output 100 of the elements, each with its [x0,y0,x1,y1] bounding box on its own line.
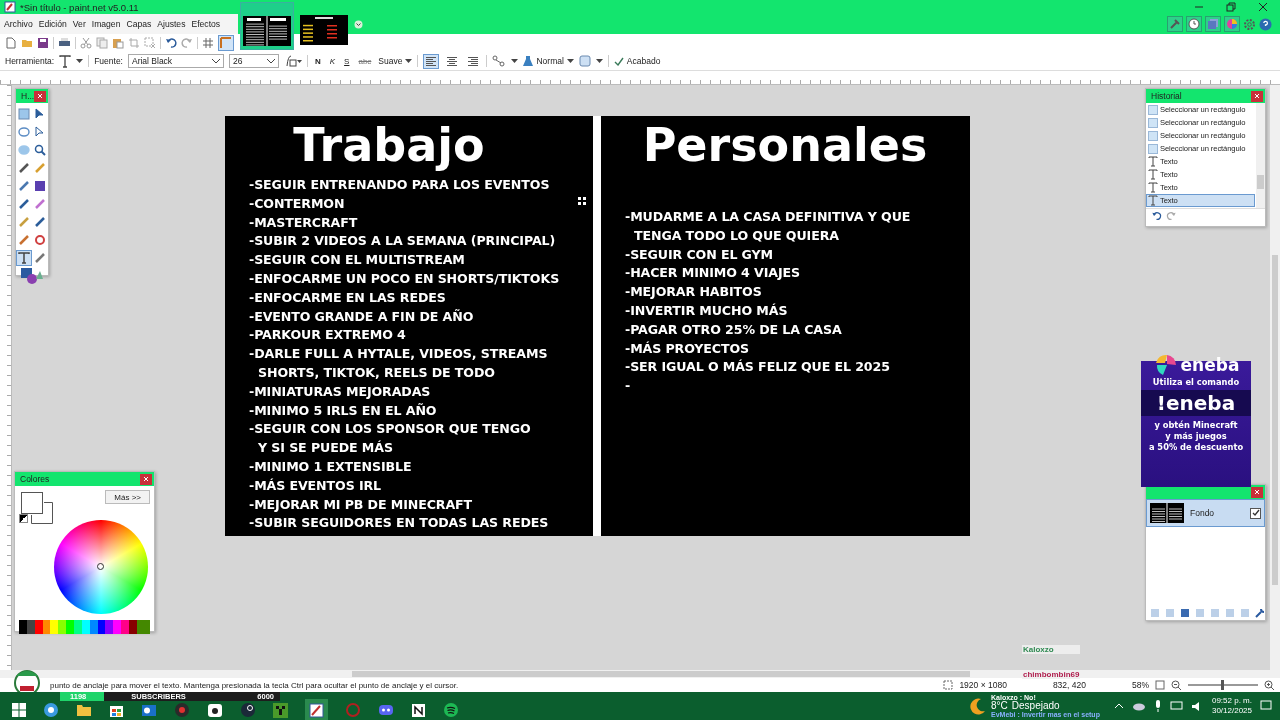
caret-icon[interactable] [405,58,413,64]
font-size-dropdown[interactable]: 26 [228,54,279,68]
fit-window-icon[interactable] [1155,680,1165,690]
clock-time[interactable]: 09:52 p. m. [1211,696,1252,706]
primary-color-swatch[interactable] [21,492,43,514]
folder-icon[interactable] [76,703,92,717]
zoom-in-icon[interactable] [1264,679,1275,691]
lasso-icon[interactable] [16,124,32,140]
music-icon[interactable] [443,702,459,718]
scissors-icon[interactable] [80,37,92,49]
network-icon[interactable] [1169,700,1183,712]
settings-icon[interactable] [1243,17,1256,31]
menu-item[interactable]: Ver [69,19,89,29]
menu-item[interactable]: Imagen [88,19,124,29]
strikethrough-button[interactable]: abc [356,56,374,66]
browser-icon[interactable] [43,702,59,718]
list-line: -HACER MINIMO 4 VIAJES [625,264,800,283]
caret-icon[interactable] [511,58,519,64]
caret-icon[interactable] [566,58,574,64]
more-button[interactable]: Más >> [105,490,150,504]
menu-item[interactable]: Efectos [188,19,224,29]
chevron-down-icon[interactable] [266,58,275,64]
list-line: - [625,377,631,396]
menu-item[interactable]: Capas [123,19,155,29]
color-palette[interactable] [19,620,150,634]
default-colors-icon[interactable] [19,514,28,523]
mail-icon[interactable] [141,702,157,718]
creeper-icon[interactable] [273,702,288,718]
image-size-icon [943,680,954,690]
windows-start-icon[interactable] [12,703,26,717]
vertical-scrollbar[interactable] [1270,85,1280,670]
underline-button[interactable]: S [342,56,352,66]
finish-button[interactable]: Acabado [613,56,661,66]
paste-icon[interactable] [112,37,124,49]
cloud-icon[interactable] [1131,701,1146,711]
chevron-down-icon[interactable] [354,20,363,29]
document-tab[interactable] [240,2,294,50]
camera-icon[interactable] [207,702,223,718]
layers-toggle-icon[interactable] [1205,16,1221,32]
list-line: -SEGUIR CON EL GYM [625,245,774,264]
menu-item[interactable]: Edición [35,19,70,29]
help-icon[interactable] [1259,17,1272,31]
list-line: -MÁS PROYECTOS [625,339,750,358]
record-icon[interactable] [174,702,190,718]
align-left-icon[interactable] [423,53,440,69]
discord-icon[interactable] [378,703,394,717]
undo-icon[interactable] [1151,211,1162,221]
tools-toggle-icon[interactable] [1167,16,1183,32]
fill-mode-icon[interactable] [578,55,591,67]
promo-text: a 50% de descuento [1148,442,1244,453]
panel-title: H... [21,91,35,101]
visibility-checkbox[interactable] [1250,507,1261,519]
chevron-down-icon[interactable] [211,58,220,64]
italic-button[interactable]: K [327,56,338,66]
chat-username: Kaloxzo [1022,645,1081,654]
text-icon[interactable] [16,250,32,266]
caret-icon[interactable] [76,58,84,64]
list-line: -ENFOCARME EN LAS REDES [249,288,446,307]
zoom-icon[interactable] [32,142,48,158]
antialiasing-dropdown[interactable]: Suave [378,56,413,66]
printer-icon[interactable] [58,37,71,49]
new-file-icon[interactable] [5,37,17,49]
bold-button[interactable]: N [312,56,323,66]
shapes-icon[interactable] [20,267,44,285]
zoom-slider[interactable] [1221,680,1224,690]
promo-text: y más juegos [1165,431,1227,442]
clock-date[interactable]: 30/12/2025 [1211,706,1252,716]
text-tool-icon[interactable] [59,54,72,68]
list-line: -SEGUIR CON EL MULTISTREAM [249,251,465,270]
rulers-toggle[interactable] [218,35,234,51]
restore-icon[interactable] [1226,2,1236,12]
paint-app-icon[interactable] [305,698,328,720]
font-dropdown[interactable]: Arial Black [127,54,224,68]
history-toggle-icon[interactable] [1186,16,1202,32]
menu-item[interactable]: Archivo [1,19,36,29]
blend-mode-dropdown[interactable]: Normal [523,55,574,67]
horizontal-scrollbar[interactable] [0,670,1280,678]
menu-item[interactable]: Ajustes [154,19,189,29]
layer-row[interactable]: Fondo [1146,499,1265,527]
rendering-mode-icon[interactable] [283,55,302,67]
undo-icon[interactable] [165,37,177,49]
save-icon[interactable] [37,37,49,49]
microphone-icon[interactable] [1153,699,1162,713]
selection-icon [1148,130,1158,141]
anchor-handle-icon[interactable] [578,197,586,205]
notification-icon[interactable] [1260,700,1272,712]
list-line: -MÁS EVENTOS IRL [249,476,381,495]
scrollbar[interactable] [1256,103,1265,208]
wrench-icon[interactable] [1255,608,1265,618]
panel-title: Colores [20,474,50,484]
close-icon[interactable] [1258,2,1268,12]
image-canvas[interactable] [225,116,970,536]
colors-toggle-icon[interactable] [1224,16,1240,32]
caret-icon[interactable] [595,58,603,64]
steam-icon[interactable] [240,702,256,718]
chevron-up-icon[interactable] [1113,703,1124,709]
grid-icon[interactable] [202,37,214,49]
notes-icon[interactable] [411,702,426,718]
list-line: -SUBIR SEGUIDORES EN TODAS LAS REDES [249,514,549,533]
zoom-out-icon[interactable] [1171,679,1182,691]
